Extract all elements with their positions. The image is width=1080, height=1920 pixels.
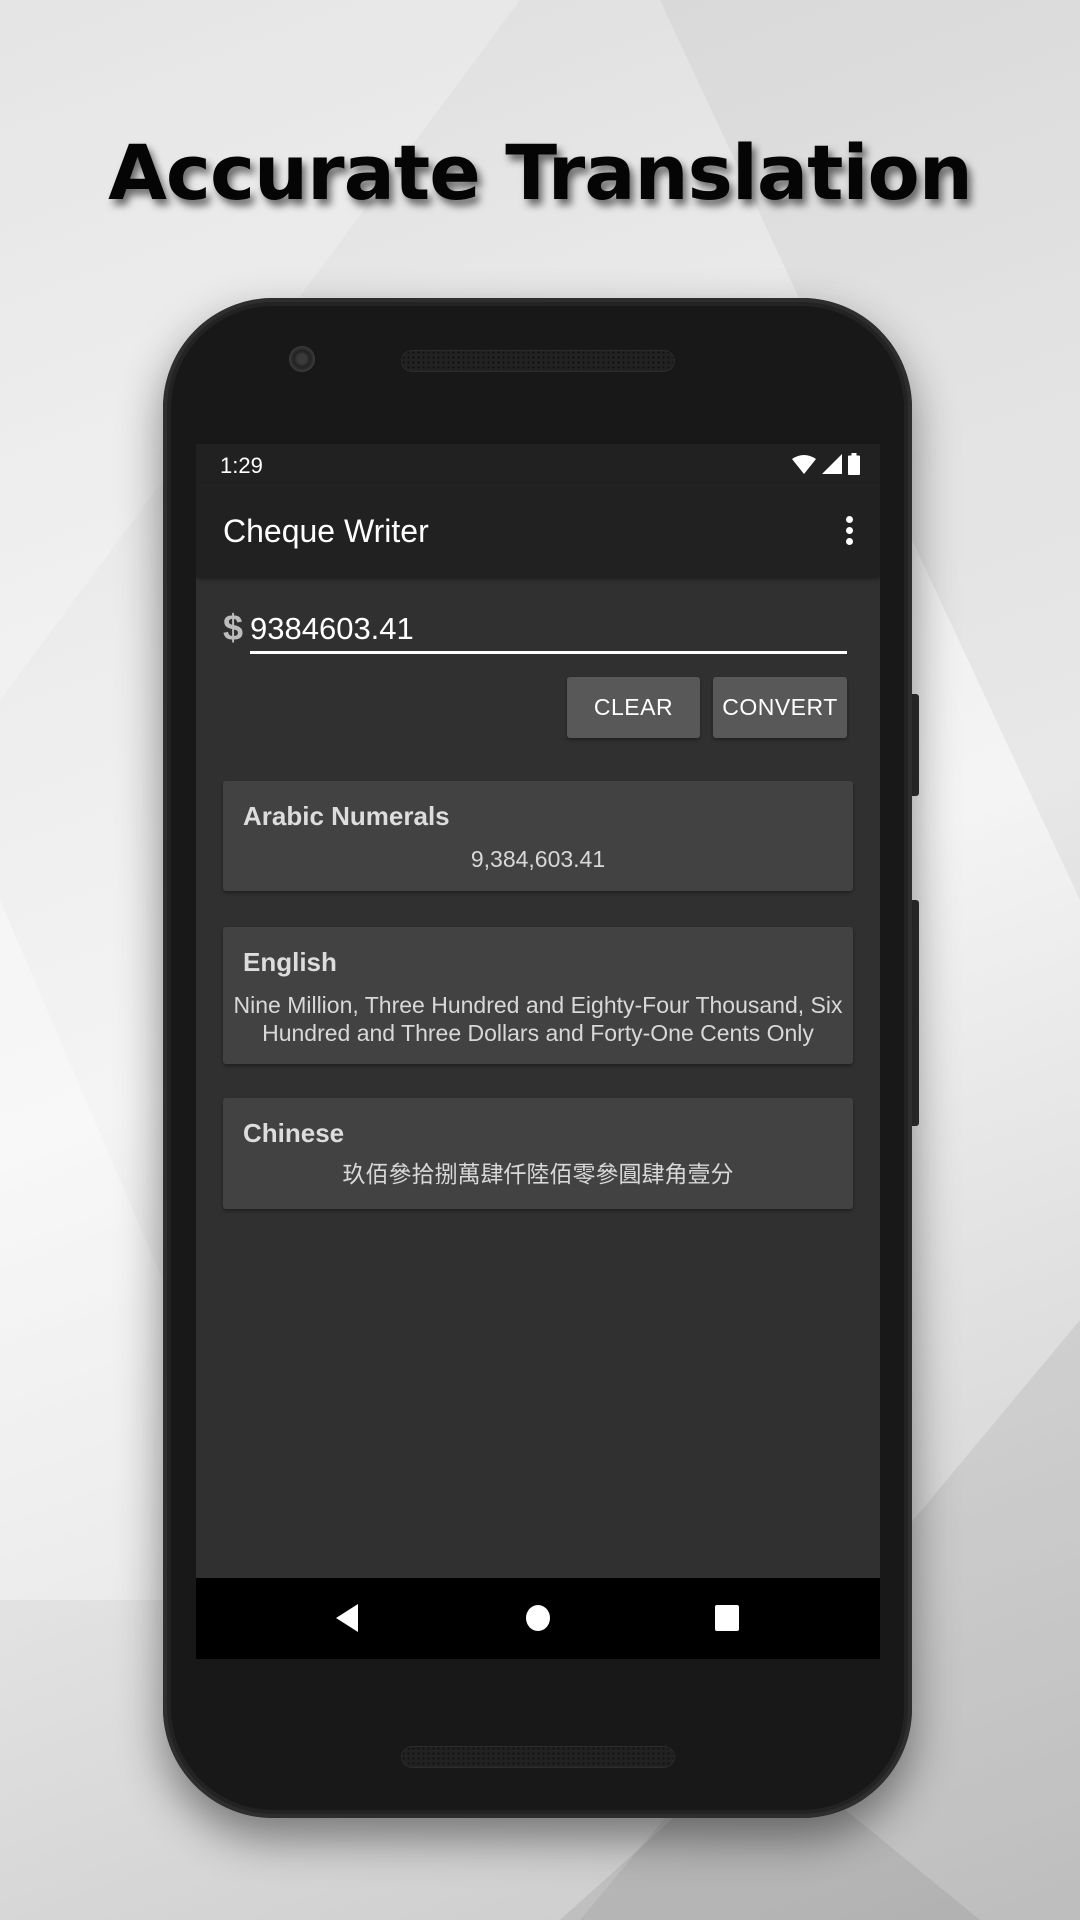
bottom-speaker-grille (401, 1746, 675, 1768)
result-card-arabic: Arabic Numerals 9,384,603.41 (223, 781, 853, 891)
back-icon[interactable] (336, 1604, 358, 1632)
status-bar: 1:29 (196, 444, 880, 484)
currency-symbol: $ (223, 607, 244, 648)
recents-icon[interactable] (715, 1605, 739, 1631)
status-time: 1:29 (220, 453, 263, 478)
wifi-icon (792, 455, 816, 474)
phone-power-button (912, 694, 919, 796)
app-bar: Cheque Writer (196, 484, 880, 577)
card-title: Chinese (243, 1118, 345, 1148)
home-icon[interactable] (526, 1605, 550, 1631)
amount-input[interactable] (250, 607, 847, 654)
card-value: 9,384,603.41 (470, 846, 606, 872)
result-card-chinese: Chinese 玖佰參拾捌萬肆仟陸佰零參圓肆角壹分 (223, 1098, 853, 1209)
status-icons (792, 453, 860, 475)
phone-volume-button (912, 900, 919, 1126)
clear-button[interactable]: CLEAR (567, 677, 700, 738)
front-camera-icon (289, 346, 315, 372)
result-card-english: English Nine Million, Three Hundred and … (223, 927, 853, 1064)
navigation-bar (196, 1578, 880, 1659)
battery-icon (848, 453, 860, 475)
card-value: 玖佰參拾捌萬肆仟陸佰零參圓肆角壹分 (342, 1162, 734, 1188)
card-title: Arabic Numerals (243, 801, 450, 831)
convert-button[interactable]: CONVERT (713, 677, 847, 738)
card-value: Nine Million, Three Hundred and Eighty-F… (233, 992, 843, 1046)
cellular-signal-icon (822, 454, 842, 474)
top-speaker-grille (401, 350, 675, 372)
app-screen: 1:29 Cheque Writer $ CLEAR CONVERT Arabi… (196, 444, 880, 1659)
promo-headline: Accurate Translation (108, 128, 973, 217)
app-title: Cheque Writer (223, 513, 429, 549)
card-title: English (243, 947, 337, 977)
more-vert-icon[interactable] (834, 510, 864, 550)
